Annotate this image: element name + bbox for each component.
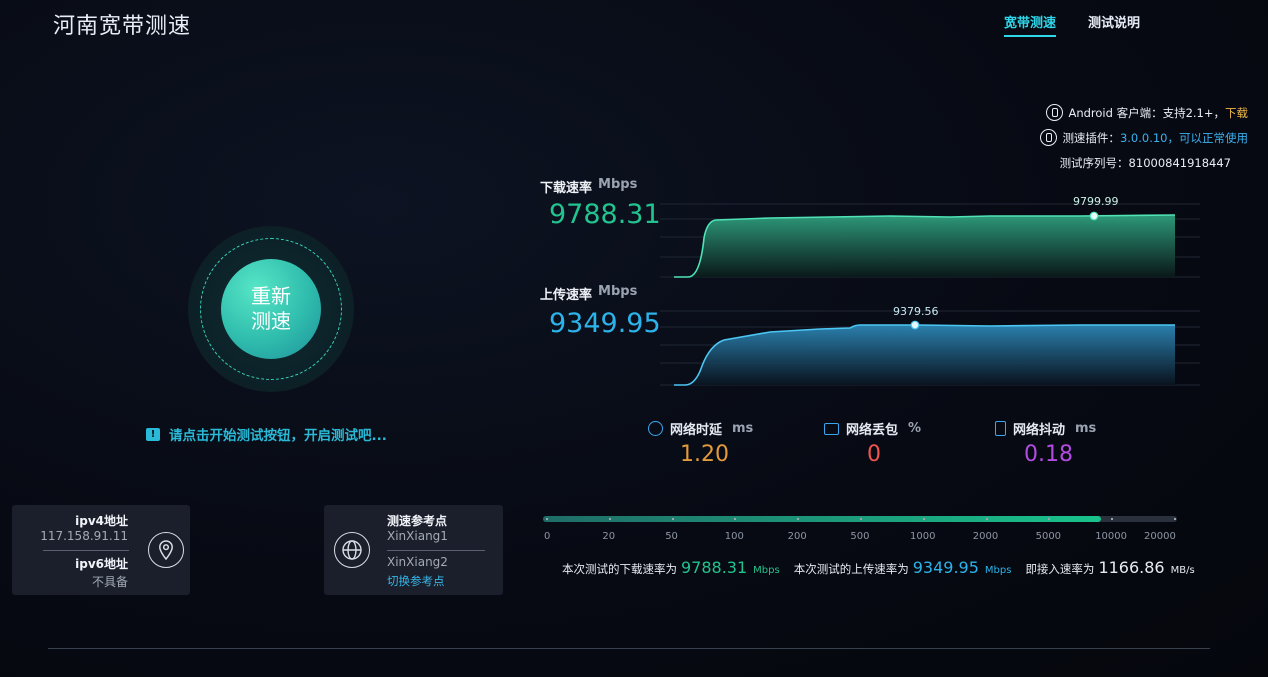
phone-icon <box>995 421 1006 436</box>
speed-graphs: 9799.99 9379.56 <box>660 195 1200 386</box>
ipv4-value: 117.158.91.11 <box>40 529 128 543</box>
plugin-value: 3.0.0.10，可以正常使用 <box>1119 130 1248 145</box>
android-info: Android 客户端：支持2.1+， 下载 <box>1046 104 1248 121</box>
ipv6-value: 不具备 <box>91 575 128 589</box>
restart-button-line1: 重新 <box>251 284 291 308</box>
summary-upload-value: 9349.95 <box>912 558 979 577</box>
summary-download-unit: Mbps <box>753 565 780 576</box>
globe-icon <box>334 532 370 568</box>
ipv6-label: ipv6地址 <box>75 557 128 571</box>
tab-speed-test[interactable]: 宽带测速 <box>1004 12 1057 37</box>
summary-download-text: 本次测试的下载速率为 <box>562 562 677 576</box>
scale-tick-label: 50 <box>665 531 678 542</box>
alert-icon: ! <box>146 427 160 441</box>
clock-icon <box>648 421 663 436</box>
ip-address-card: ipv4地址 117.158.91.11 ipv6地址 不具备 <box>12 505 190 595</box>
scale-tick-dot <box>734 518 737 520</box>
scale-tick-dot <box>922 518 925 520</box>
scale-tick-label: 20000 <box>1144 531 1176 542</box>
scale-tick-label: 500 <box>850 531 870 542</box>
scale-tick-dot <box>797 518 800 520</box>
download-rate-header: 下载速率 Mbps <box>540 177 637 196</box>
plugin-label: 测速插件： <box>1062 130 1120 145</box>
speed-scale-fill <box>543 516 1101 522</box>
scale-tick-dot <box>671 518 674 520</box>
summary-download-value: 9788.31 <box>681 558 748 577</box>
scale-tick-label: 5000 <box>1035 531 1062 542</box>
upload-value: 9349.95 <box>549 308 661 339</box>
restart-test-button[interactable]: 重新 测速 <box>221 259 321 359</box>
scale-tick-label: 10000 <box>1095 531 1127 542</box>
packet-loss-value: 0 <box>867 442 881 467</box>
download-graph: 9799.99 <box>660 195 1200 278</box>
packet-loss-label: 网络丢包% <box>824 419 921 438</box>
folder-icon <box>824 422 839 435</box>
scale-tick-dot <box>608 518 611 520</box>
download-unit: Mbps <box>598 177 638 192</box>
scale-tick-label: 0 <box>544 531 551 542</box>
upload-unit: Mbps <box>598 284 638 299</box>
summary-upload-text: 本次测试的上传速率为 <box>793 562 909 576</box>
plugin-info: 测速插件： 3.0.0.10，可以正常使用 <box>1040 129 1248 146</box>
divider <box>387 550 485 551</box>
upload-peak-label: 9379.56 <box>893 305 939 318</box>
scale-tick-dot <box>860 518 862 520</box>
reference-label: 测速参考点 <box>387 514 448 528</box>
summary-upload-unit: Mbps <box>984 565 1012 576</box>
upload-label: 上传速率 <box>540 288 593 303</box>
start-hint: ! 请点击开始测试按钮，开启测试吧... <box>146 424 387 444</box>
download-label: 下载速率 <box>540 181 593 196</box>
summary-access-unit: MB/s <box>1170 565 1195 576</box>
jitter-label: 网络抖动 ms <box>995 419 1096 438</box>
latency-label: 网络时延 ms <box>648 419 753 438</box>
footer-divider <box>48 648 1210 649</box>
tab-test-description[interactable]: 测试说明 <box>1088 12 1140 31</box>
scale-tick-label: 100 <box>724 531 744 542</box>
scale-tick-dot <box>1048 518 1051 520</box>
location-icon <box>148 532 184 568</box>
reference-point-2[interactable]: XinXiang2 <box>387 555 448 569</box>
scale-tick-dot <box>1174 518 1176 520</box>
reference-point-card: 测速参考点 XinXiang1 XinXiang2 切换参考点 <box>324 505 503 595</box>
upload-graph: 9379.56 <box>660 305 1200 386</box>
hint-text: 请点击开始测试按钮，开启测试吧... <box>169 428 387 444</box>
restart-button-line2: 测速 <box>251 309 291 333</box>
summary-access-text: 即接入速率为 <box>1025 562 1095 576</box>
serial-number: 测试序列号：81000841918447 <box>1059 156 1231 170</box>
ipv4-label: ipv4地址 <box>75 514 128 528</box>
scale-tick-label: 2000 <box>972 531 999 542</box>
upload-rate-header: 上传速率 Mbps <box>540 284 637 303</box>
scale-tick-label: 1000 <box>910 531 936 542</box>
jitter-value: 0.18 <box>1024 442 1073 467</box>
reference-point-1[interactable]: XinXiang1 <box>387 529 448 543</box>
scale-tick-dot <box>985 518 988 520</box>
test-summary: 本次测试的下载速率为 9788.31 Mbps 本次测试的上传速率为 9349.… <box>562 558 1195 577</box>
divider <box>43 550 129 551</box>
android-label: Android 客户端：支持2.1+， <box>1068 105 1225 120</box>
page-title: 河南宽带测速 <box>53 14 192 39</box>
scale-tick-dot <box>546 518 548 520</box>
android-icon <box>1046 104 1064 121</box>
latency-value: 1.20 <box>680 442 729 467</box>
scale-tick-label: 20 <box>602 531 616 542</box>
android-download-link[interactable]: 下载 <box>1225 105 1248 121</box>
switch-reference-link[interactable]: 切换参考点 <box>387 573 445 589</box>
download-peak-label: 9799.99 <box>1073 195 1119 208</box>
plugin-icon <box>1040 129 1058 146</box>
scale-tick-dot <box>1111 518 1114 520</box>
summary-access-value: 1166.86 <box>1098 558 1165 577</box>
download-value: 9788.31 <box>549 199 661 230</box>
scale-tick-label: 200 <box>787 531 807 542</box>
